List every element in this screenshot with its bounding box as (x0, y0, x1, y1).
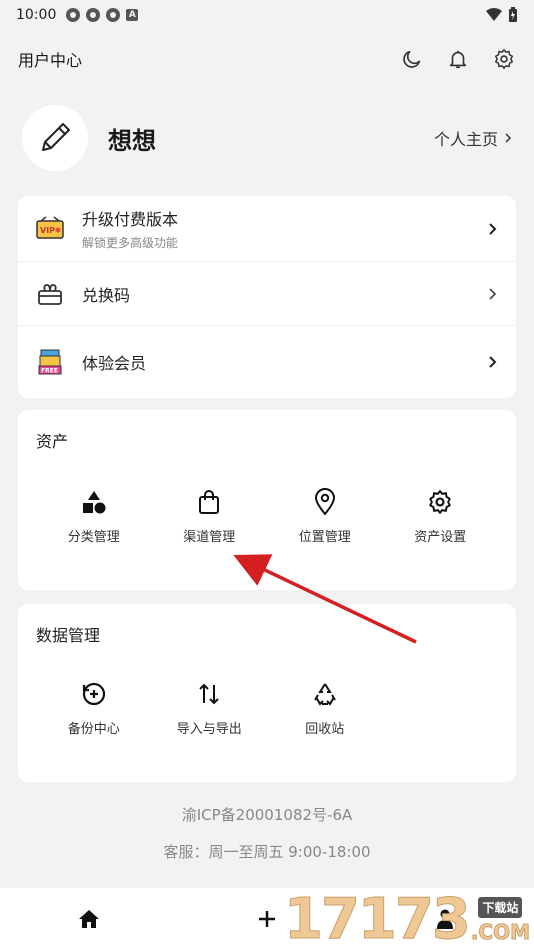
location-management-button[interactable]: 位置管理 (267, 488, 383, 545)
membership-menu: VIP 升级付费版本 解锁更多高级功能 兑换码 FREE 体验会员 (18, 196, 516, 398)
menu-subtitle: 解锁更多高级功能 (82, 236, 179, 250)
asset-settings-button[interactable]: 资产设置 (383, 488, 499, 545)
grid-label: 分类管理 (67, 530, 120, 545)
chevron-right-icon (505, 133, 512, 143)
gear-icon (426, 488, 454, 516)
avatar[interactable] (22, 105, 88, 171)
svg-text:VIP: VIP (40, 226, 55, 235)
watermark-domain: .COM (470, 920, 530, 945)
menu-item-upgrade[interactable]: VIP 升级付费版本 解锁更多高级功能 (18, 196, 516, 262)
chevron-right-icon (489, 356, 497, 368)
menu-text: 升级付费版本 解锁更多高级功能 (82, 206, 178, 251)
footer: 渝ICP备20001082号-6A 客服：周一至周五 9:00-18:00 (0, 804, 534, 862)
gift-icon (36, 280, 64, 308)
grid-label: 资产设置 (414, 530, 467, 545)
dark-mode-button[interactable] (400, 47, 424, 71)
grid-label: 渠道管理 (183, 530, 236, 545)
section-title: 数据管理 (36, 626, 101, 645)
shopping-bag-icon (195, 488, 223, 516)
grid-label: 导入与导出 (176, 722, 242, 737)
status-time: 10:00 (16, 7, 57, 23)
settings-button[interactable] (492, 47, 516, 71)
watermark-side: 下载站 .COM (470, 897, 531, 945)
grid-label: 位置管理 (298, 530, 351, 545)
menu-label: 体验会员 (82, 354, 147, 373)
site-watermark: 17173 下载站 .COM (283, 887, 531, 950)
chevron-right-icon (489, 287, 497, 300)
location-pin-icon (311, 488, 339, 516)
menu-text: 体验会员 (82, 350, 146, 374)
import-export-icon (195, 680, 223, 708)
service-hours-text: 客服：周一至周五 9:00-18:00 (163, 843, 371, 861)
icp-text: 渝ICP备20001082号-6A (181, 806, 353, 824)
top-bar: 用户中心 (0, 30, 534, 88)
category-management-button[interactable]: 分类管理 (36, 488, 152, 545)
data-management-section: 数据管理 备份中心 导入与导出 回收站 (18, 604, 516, 782)
notification-icon (66, 8, 81, 22)
backup-center-button[interactable]: 备份中心 (36, 680, 152, 737)
notification-icons: A (66, 8, 139, 22)
svg-text:FREE: FREE (41, 368, 58, 375)
section-title: 资产 (36, 432, 69, 451)
battery-icon (509, 7, 517, 22)
notification-icon (106, 8, 121, 22)
menu-label: 兑换码 (82, 285, 131, 305)
recycle-bin-button[interactable]: 回收站 (267, 680, 383, 737)
assets-grid: 分类管理 渠道管理 位置管理 资产设置 (36, 488, 498, 545)
page-title: 用户中心 (18, 51, 83, 70)
a-notification-icon: A (126, 9, 139, 21)
home-icon (78, 910, 99, 928)
notifications-button[interactable] (446, 47, 470, 71)
watermark-number: 17173 (283, 887, 471, 950)
notification-icon (86, 8, 101, 22)
recycle-icon (311, 680, 339, 708)
import-export-button[interactable]: 导入与导出 (152, 680, 268, 737)
grid-label: 回收站 (305, 722, 345, 737)
gear-icon (495, 49, 513, 69)
top-actions (400, 47, 516, 71)
plus-icon (258, 911, 275, 927)
assets-section: 资产 分类管理 渠道管理 位置管理 资产设置 (18, 410, 516, 590)
user-name: 想想 (108, 126, 156, 155)
menu-label: 升级付费版本 (82, 210, 179, 229)
profile-header: 想想 个人主页 (0, 88, 534, 188)
watermark-tag: 下载站 (478, 897, 523, 918)
pen-icon (42, 123, 70, 151)
menu-item-trial-membership[interactable]: FREE 体验会员 (18, 326, 516, 398)
status-bar: 10:00 A (0, 0, 534, 30)
vip-ticket-icon: VIP (36, 215, 64, 243)
grid-label: 备份中心 (67, 722, 120, 737)
data-management-grid: 备份中心 导入与导出 回收站 (36, 680, 498, 737)
menu-item-redeem-code[interactable]: 兑换码 (18, 262, 516, 326)
personal-homepage-link[interactable]: 个人主页 (434, 126, 512, 150)
backup-icon (80, 680, 108, 708)
nav-home[interactable] (0, 909, 178, 929)
personal-homepage-label: 个人主页 (433, 130, 498, 149)
channel-management-button[interactable]: 渠道管理 (152, 488, 268, 545)
menu-text: 兑换码 (82, 282, 130, 306)
bell-icon (449, 50, 467, 69)
system-icons (486, 7, 518, 23)
chevron-right-icon (489, 222, 497, 235)
wifi-icon (486, 8, 502, 21)
shapes-icon (80, 488, 108, 516)
moon-icon (403, 50, 421, 68)
free-gift-icon: FREE (36, 348, 64, 376)
